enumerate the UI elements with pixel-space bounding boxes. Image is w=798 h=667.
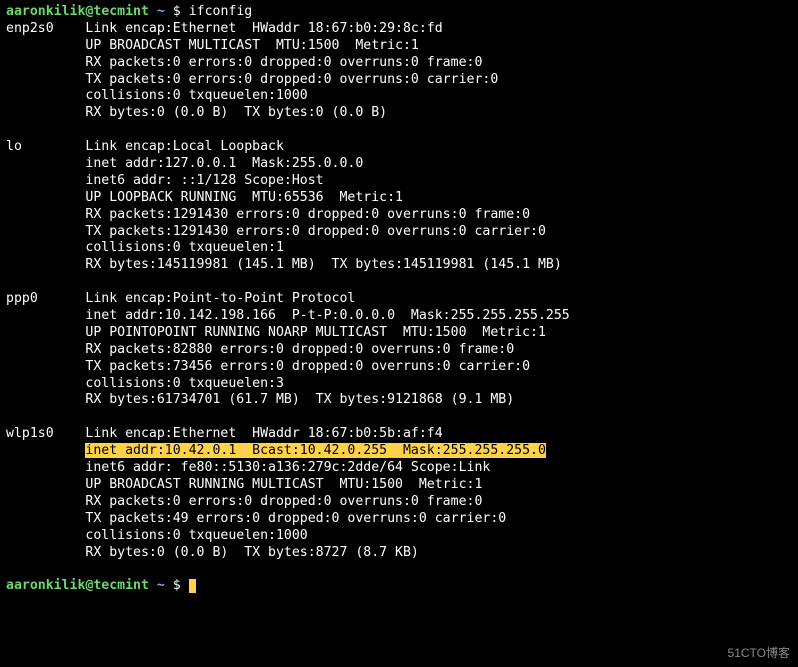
interface-detail: Link encap:Local Loopback [85, 139, 284, 154]
blank-line [6, 274, 792, 291]
prompt-host: tecmint [93, 4, 149, 19]
interface-detail: UP BROADCAST MULTICAST MTU:1500 Metric:1 [85, 38, 418, 53]
interface-detail: Link encap:Ethernet HWaddr 18:67:b0:5b:a… [85, 426, 442, 441]
interface-detail: RX packets:0 errors:0 dropped:0 overruns… [85, 55, 482, 70]
output-line: UP BROADCAST RUNNING MULTICAST MTU:1500 … [6, 477, 792, 494]
interface-detail: RX bytes:145119981 (145.1 MB) TX bytes:1… [85, 257, 561, 272]
blank-line [6, 409, 792, 426]
interface-detail: RX bytes:61734701 (61.7 MB) TX bytes:912… [85, 392, 514, 407]
output-line: TX packets:0 errors:0 dropped:0 overruns… [6, 72, 792, 89]
output-line: inet6 addr: ::1/128 Scope:Host [6, 173, 792, 190]
interface-detail: RX bytes:0 (0.0 B) TX bytes:0 (0.0 B) [85, 105, 387, 120]
output-line: RX bytes:61734701 (61.7 MB) TX bytes:912… [6, 392, 792, 409]
output-line: RX packets:1291430 errors:0 dropped:0 ov… [6, 207, 792, 224]
output-line: UP POINTOPOINT RUNNING NOARP MULTICAST M… [6, 325, 792, 342]
interface-detail: inet6 addr: ::1/128 Scope:Host [85, 173, 323, 188]
output-line: inet addr:10.142.198.166 P-t-P:0.0.0.0 M… [6, 308, 792, 325]
output-line: RX bytes:0 (0.0 B) TX bytes:8727 (8.7 KB… [6, 545, 792, 562]
output-line: wlp1s0 Link encap:Ethernet HWaddr 18:67:… [6, 426, 792, 443]
output-line: RX bytes:0 (0.0 B) TX bytes:0 (0.0 B) [6, 105, 792, 122]
output-line: TX packets:1291430 errors:0 dropped:0 ov… [6, 224, 792, 241]
interface-detail: collisions:0 txqueuelen:1000 [85, 88, 307, 103]
prompt-user: aaronkilik [6, 4, 85, 19]
interface-detail: RX packets:0 errors:0 dropped:0 overruns… [85, 494, 482, 509]
terminal-output: enp2s0 Link encap:Ethernet HWaddr 18:67:… [6, 21, 792, 578]
prompt-dollar [165, 4, 173, 19]
output-line: RX bytes:145119981 (145.1 MB) TX bytes:1… [6, 257, 792, 274]
blank-line [6, 561, 792, 578]
output-line: TX packets:49 errors:0 dropped:0 overrun… [6, 511, 792, 528]
output-line: enp2s0 Link encap:Ethernet HWaddr 18:67:… [6, 21, 792, 38]
output-line: RX packets:82880 errors:0 dropped:0 over… [6, 342, 792, 359]
interface-detail: UP BROADCAST RUNNING MULTICAST MTU:1500 … [85, 477, 482, 492]
interface-name: ppp0 [6, 291, 85, 306]
output-line: collisions:0 txqueuelen:1 [6, 240, 792, 257]
interface-detail: collisions:0 txqueuelen:1000 [85, 528, 307, 543]
interface-detail: RX packets:1291430 errors:0 dropped:0 ov… [85, 207, 530, 222]
output-line: RX packets:0 errors:0 dropped:0 overruns… [6, 55, 792, 72]
interface-detail: TX packets:0 errors:0 dropped:0 overruns… [85, 72, 498, 87]
prompt-command [181, 4, 189, 19]
output-line: RX packets:0 errors:0 dropped:0 overruns… [6, 494, 792, 511]
interface-detail: collisions:0 txqueuelen:1 [85, 240, 284, 255]
prompt-path [149, 4, 157, 19]
blank-line [6, 122, 792, 139]
interface-detail: UP LOOPBACK RUNNING MTU:65536 Metric:1 [85, 190, 403, 205]
watermark-text: 51CTO博客 [728, 646, 790, 661]
interface-detail: inet addr:127.0.0.1 Mask:255.0.0.0 [85, 156, 363, 171]
output-line: lo Link encap:Local Loopback [6, 139, 792, 156]
highlighted-line: inet addr:10.42.0.1 Bcast:10.42.0.255 Ma… [85, 443, 546, 458]
output-line: inet6 addr: fe80::5130:a136:279c:2dde/64… [6, 460, 792, 477]
output-line: TX packets:73456 errors:0 dropped:0 over… [6, 359, 792, 376]
interface-detail: TX packets:1291430 errors:0 dropped:0 ov… [85, 224, 546, 239]
interface-detail: TX packets:73456 errors:0 dropped:0 over… [85, 359, 530, 374]
interface-detail: RX packets:82880 errors:0 dropped:0 over… [85, 342, 514, 357]
prompt-line[interactable]: aaronkilik@tecmint ~ $ ifconfig [6, 4, 792, 21]
output-line: UP LOOPBACK RUNNING MTU:65536 Metric:1 [6, 190, 792, 207]
interface-detail: TX packets:49 errors:0 dropped:0 overrun… [85, 511, 506, 526]
interface-detail: inet addr:10.142.198.166 P-t-P:0.0.0.0 M… [85, 308, 569, 323]
interface-detail: UP POINTOPOINT RUNNING NOARP MULTICAST M… [85, 325, 546, 340]
prompt-line-idle[interactable]: aaronkilik@tecmint ~ $ [6, 578, 792, 595]
interface-detail: Link encap:Point-to-Point Protocol [85, 291, 355, 306]
interface-name: lo [6, 139, 85, 154]
output-line: inet addr:127.0.0.1 Mask:255.0.0.0 [6, 156, 792, 173]
interface-detail: RX bytes:0 (0.0 B) TX bytes:8727 (8.7 KB… [85, 545, 418, 560]
interface-detail: Link encap:Ethernet HWaddr 18:67:b0:29:8… [85, 21, 442, 36]
output-line: ppp0 Link encap:Point-to-Point Protocol [6, 291, 792, 308]
interface-detail: inet6 addr: fe80::5130:a136:279c:2dde/64… [85, 460, 490, 475]
cursor-icon [189, 579, 196, 593]
output-line: collisions:0 txqueuelen:3 [6, 376, 792, 393]
output-line: UP BROADCAST MULTICAST MTU:1500 Metric:1 [6, 38, 792, 55]
interface-detail: collisions:0 txqueuelen:3 [85, 376, 284, 391]
interface-name: wlp1s0 [6, 426, 85, 441]
interface-name: enp2s0 [6, 21, 85, 36]
output-line: inet addr:10.42.0.1 Bcast:10.42.0.255 Ma… [6, 443, 792, 460]
output-line: collisions:0 txqueuelen:1000 [6, 528, 792, 545]
output-line: collisions:0 txqueuelen:1000 [6, 88, 792, 105]
